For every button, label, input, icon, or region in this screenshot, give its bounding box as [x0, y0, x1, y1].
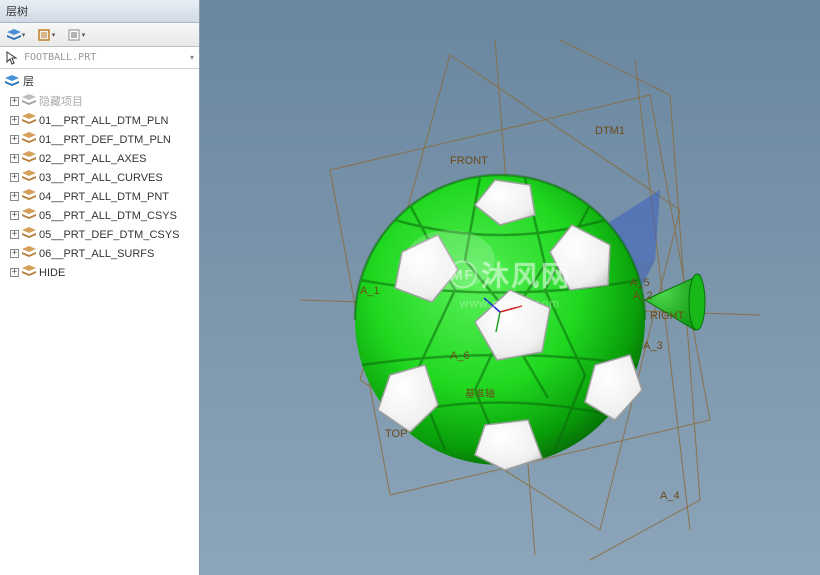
tree-root-label: 层 — [23, 73, 34, 89]
layer-item-icon — [22, 132, 36, 147]
tree-item-label: 05__PRT_ALL_DTM_CSYS — [39, 210, 177, 222]
tree-item-label: 05__PRT_DEF_DTM_CSYS — [39, 229, 179, 241]
sidebar-title-bar: 层树 — [0, 0, 199, 23]
expand-icon[interactable]: + — [10, 211, 19, 220]
layer-item-icon — [22, 246, 36, 261]
tree-item-label: 01__PRT_ALL_DTM_PLN — [39, 115, 168, 127]
tree-item[interactable]: +05__PRT_ALL_DTM_CSYS — [0, 206, 199, 225]
tree-item[interactable]: +06__PRT_ALL_SURFS — [0, 244, 199, 263]
expand-icon[interactable]: + — [10, 249, 19, 258]
layer-item-icon — [22, 94, 36, 109]
tree-item[interactable]: +04__PRT_ALL_DTM_PNT — [0, 187, 199, 206]
tree-item-label: 隐藏项目 — [39, 93, 83, 109]
expand-icon[interactable]: + — [10, 97, 19, 106]
model-canvas — [200, 0, 820, 575]
layer-item-icon — [22, 170, 36, 185]
toolbar-tools-button[interactable]: ▾ — [34, 26, 58, 44]
tree-item-label: 01__PRT_DEF_DTM_PLN — [39, 134, 171, 146]
tree-item-label: 06__PRT_ALL_SURFS — [39, 248, 154, 260]
expand-icon[interactable]: + — [10, 268, 19, 277]
toolbar-layers-button[interactable]: ▾ — [4, 26, 28, 44]
expand-icon[interactable]: + — [10, 173, 19, 182]
layer-item-icon — [22, 208, 36, 223]
expand-icon[interactable]: + — [10, 135, 19, 144]
viewport-3d[interactable]: FRONT DTM1 TOP RIGHT A_1 A_5 A_2 A_3 A_4… — [200, 0, 820, 575]
tree-item-label: HIDE — [39, 267, 65, 279]
layer-item-icon — [22, 265, 36, 280]
filename-label: FOOTBALL.PRT — [24, 52, 96, 63]
expand-icon[interactable]: + — [10, 192, 19, 201]
tree-item-label: 04__PRT_ALL_DTM_PNT — [39, 191, 169, 203]
tree-item-label: 03__PRT_ALL_CURVES — [39, 172, 163, 184]
tree-item[interactable]: + 隐藏项目 — [0, 91, 199, 111]
layers-icon — [5, 75, 19, 87]
tree-item[interactable]: +03__PRT_ALL_CURVES — [0, 168, 199, 187]
layer-item-icon — [22, 189, 36, 204]
tree-root[interactable]: 层 — [0, 71, 199, 91]
dropdown-icon[interactable]: ▾ — [190, 53, 194, 62]
layer-item-icon — [22, 227, 36, 242]
tree-item[interactable]: + HIDE — [0, 263, 199, 282]
sidebar-panel: 层树 ▾ ▾ ▾ FOOTBALL.PRT ▾ — [0, 0, 200, 575]
expand-icon[interactable]: + — [10, 154, 19, 163]
tree-item[interactable]: +02__PRT_ALL_AXES — [0, 149, 199, 168]
layer-tree: 层 +隐藏项目+01__PRT_ALL_DTM_PLN+01__PRT_DEF_… — [0, 69, 199, 575]
sidebar-title: 层树 — [6, 3, 28, 19]
layer-item-icon — [22, 151, 36, 166]
tree-item-label: 02__PRT_ALL_AXES — [39, 153, 146, 165]
sidebar-toolbar: ▾ ▾ ▾ — [0, 23, 199, 47]
tree-item[interactable]: +01__PRT_DEF_DTM_PLN — [0, 130, 199, 149]
layer-item-icon — [22, 113, 36, 128]
toolbar-list-button[interactable]: ▾ — [64, 26, 88, 44]
tree-item[interactable]: +01__PRT_ALL_DTM_PLN — [0, 111, 199, 130]
expand-icon[interactable]: + — [10, 230, 19, 239]
expand-icon[interactable]: + — [10, 116, 19, 125]
cursor-icon[interactable] — [5, 51, 19, 65]
file-selector-row: FOOTBALL.PRT ▾ — [0, 47, 199, 69]
tree-item[interactable]: +05__PRT_DEF_DTM_CSYS — [0, 225, 199, 244]
